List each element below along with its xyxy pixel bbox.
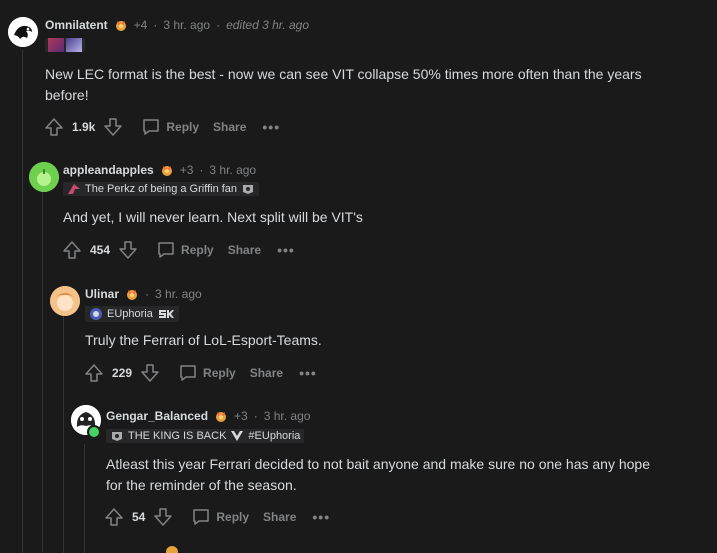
username[interactable]: Ulinar (85, 287, 119, 301)
comment-icon (178, 363, 198, 383)
team-logo-icon (89, 307, 103, 321)
thread-line[interactable] (42, 192, 43, 553)
g2-logo-icon (241, 183, 255, 195)
online-status-icon (87, 425, 101, 439)
comment-body-line: And yet, I will never learn. Next split … (63, 209, 363, 225)
vote-score: 1.9k (72, 120, 96, 134)
timestamp[interactable]: 3 hr. ago (155, 287, 202, 301)
upvote-icon[interactable] (62, 240, 82, 260)
timestamp[interactable]: 3 hr. ago (264, 409, 311, 423)
separator: · (253, 409, 258, 423)
user-flair: THE KING IS BACK #EUphoria (106, 429, 305, 443)
user-flair (45, 38, 85, 52)
thread-line[interactable] (84, 444, 85, 553)
separator: · (216, 18, 221, 32)
vote-score: 229 (112, 366, 133, 380)
reply-button[interactable]: Reply (178, 363, 236, 383)
award-icon[interactable] (214, 409, 228, 423)
thread-line[interactable] (63, 315, 64, 553)
award-count: +4 (133, 18, 148, 32)
username[interactable]: Omnilatent (45, 18, 108, 32)
user-flair: EUphoria (85, 306, 179, 322)
more-options-button[interactable]: ••• (277, 242, 295, 258)
username[interactable]: appleandapples (63, 163, 154, 177)
reply-label: Reply (166, 120, 200, 134)
upvote-icon[interactable] (84, 363, 104, 383)
comment-body-line: for the reminder of the season. (106, 477, 297, 493)
reply-label: Reply (181, 243, 214, 257)
griffin-icon (67, 183, 81, 195)
more-options-button[interactable]: ••• (312, 509, 330, 525)
username[interactable]: Gengar_Balanced (106, 409, 208, 423)
more-icon: ••• (277, 242, 295, 258)
comment-body-line: Atleast this year Ferrari decided to not… (106, 456, 651, 472)
share-button[interactable]: Share (213, 120, 246, 134)
comment-icon (141, 117, 161, 137)
flair-text-secondary: #EUphoria (248, 430, 301, 442)
award-count: +3 (179, 163, 194, 177)
downvote-icon[interactable] (103, 117, 123, 137)
flair-text: THE KING IS BACK (128, 430, 227, 442)
share-label: Share (263, 510, 297, 524)
share-button[interactable]: Share (228, 243, 261, 257)
sk-logo-icon (157, 308, 175, 320)
share-button[interactable]: Share (250, 366, 283, 380)
more-options-button[interactable]: ••• (299, 365, 317, 381)
share-label: Share (213, 120, 247, 134)
share-label: Share (227, 243, 262, 257)
avatar[interactable] (29, 162, 59, 192)
reply-label: Reply (216, 510, 250, 524)
flair-text: The Perkz of being a Griffin fan (85, 183, 238, 195)
reply-button[interactable]: Reply (191, 507, 249, 527)
timestamp[interactable]: 3 hr. ago (209, 163, 256, 177)
award-icon[interactable] (125, 287, 139, 301)
more-icon: ••• (299, 365, 317, 381)
separator: · (199, 163, 204, 177)
downvote-icon[interactable] (118, 240, 138, 260)
timestamp[interactable]: 3 hr. ago (163, 18, 210, 32)
separator: · (153, 18, 158, 32)
upvote-icon[interactable] (44, 117, 64, 137)
vote-score: 454 (90, 243, 111, 257)
reply-button[interactable]: Reply (141, 117, 199, 137)
comment-body-line: before! (45, 87, 89, 103)
thread-line[interactable] (22, 50, 23, 553)
upvote-icon[interactable] (104, 507, 124, 527)
comment-body-line: New LEC format is the best - now we can … (45, 66, 642, 82)
award-count: +3 (234, 409, 248, 423)
share-button[interactable]: Share (263, 510, 296, 524)
award-icon[interactable] (114, 18, 128, 32)
more-options-button[interactable]: ••• (262, 119, 280, 135)
g2-logo-icon (110, 430, 124, 442)
flair-emoji-icon (66, 38, 82, 52)
reply-button[interactable]: Reply (156, 240, 214, 260)
reply-label: Reply (203, 366, 236, 380)
flair-text: EUphoria (107, 308, 153, 320)
avatar[interactable] (8, 17, 38, 47)
downvote-icon[interactable] (153, 507, 173, 527)
separator: · (145, 287, 150, 301)
user-flair: The Perkz of being a Griffin fan (63, 182, 260, 196)
downvote-icon[interactable] (140, 363, 160, 383)
edited-label: edited 3 hr. ago (226, 18, 310, 32)
comment-icon (156, 240, 176, 260)
vote-score: 54 (132, 510, 146, 524)
team-logo-icon (230, 430, 244, 442)
award-icon[interactable] (160, 163, 174, 177)
more-icon: ••• (312, 509, 331, 525)
comment-body-line: Truly the Ferrari of LoL-Esport-Teams. (85, 332, 322, 348)
award-icon (166, 546, 178, 553)
avatar[interactable] (50, 286, 80, 316)
flair-emoji-icon (48, 38, 64, 52)
share-label: Share (249, 366, 284, 380)
avatar[interactable] (71, 405, 101, 439)
comment-icon (191, 507, 211, 527)
more-icon: ••• (262, 119, 281, 135)
